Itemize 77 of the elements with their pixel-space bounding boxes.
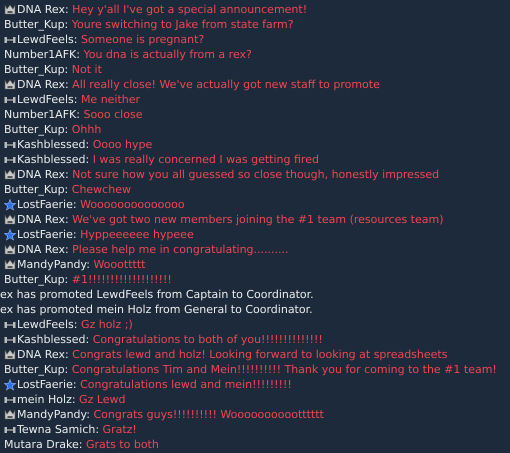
username: Kashblessed: — [17, 138, 90, 151]
username: mein Holz: — [17, 393, 76, 406]
username: LostFaerie: — [17, 198, 77, 211]
dumbbell-icon — [4, 36, 16, 44]
username: Butter_Kup: — [4, 18, 68, 31]
chat-message: Gz Lewd — [79, 393, 126, 406]
star-icon — [4, 228, 16, 240]
chat-message: Congrats guys!!!!!!!!!! Wooooooooootttttt — [93, 408, 324, 421]
username: DNA Rex: — [17, 348, 69, 361]
username: Tewna Samich: — [17, 423, 100, 436]
chat-message: Hey y'all I've got a special announcement! — [72, 3, 308, 16]
crown-icon — [4, 349, 16, 360]
dumbbell-icon — [4, 336, 16, 344]
username: Butter_Kup: — [4, 183, 68, 196]
dumbbell-icon — [4, 320, 16, 328]
username: DNA Rex: — [17, 3, 69, 16]
username: Number1AFK: — [4, 108, 80, 121]
star-icon — [4, 198, 16, 210]
crown-icon — [4, 79, 16, 90]
username: LostFaerie: — [17, 378, 77, 391]
system-message: ex has promoted mein Holz from General to Coordinator. — [0, 303, 313, 316]
username: LewdFeels: — [17, 93, 78, 106]
username: MandyPandy: — [17, 258, 90, 271]
crown-icon — [4, 409, 16, 420]
chat-message: I was really concerned I was getting fired — [92, 153, 319, 166]
username: Kashblessed: — [17, 153, 90, 166]
chat-message: Not sure how you all guessed so close though, honestly impressed — [72, 168, 440, 181]
username: Butter_Kup: — [4, 123, 68, 136]
username: Butter_Kup: — [4, 63, 68, 76]
dumbbell-icon — [4, 96, 16, 104]
chat-message: Congratulations lewd and mein!!!!!!!!! — [80, 378, 292, 391]
chat-message: Grats to both — [86, 438, 159, 451]
crown-icon — [4, 214, 16, 225]
chat-message: We've got two new members joining the #1 team (resources team) — [72, 213, 444, 226]
dumbbell-icon — [4, 426, 16, 434]
crown-icon — [4, 4, 16, 15]
username: LostFaerie: — [17, 228, 77, 241]
chat-message: Congratulations to both of you!!!!!!!!!!!!!! — [92, 333, 323, 346]
system-message: ex has promoted LewdFeels from Captain to Coordinator. — [0, 288, 314, 301]
crown-icon — [4, 169, 16, 180]
username: MandyPandy: — [17, 408, 90, 421]
dumbbell-icon — [4, 140, 16, 148]
username: Kashblessed: — [17, 333, 90, 346]
dumbbell-icon — [4, 156, 16, 164]
chat-message: Chewchew — [72, 183, 131, 196]
username: Butter_Kup: — [4, 273, 68, 286]
username: DNA Rex: — [17, 213, 69, 226]
chat-message: #1!!!!!!!!!!!!!!!!!!! — [72, 273, 172, 286]
dumbbell-icon — [4, 396, 16, 404]
chat-message: Gz holz ;) — [80, 318, 133, 331]
chat-message: Please help me in congratulating.......... — [72, 243, 289, 256]
username: DNA Rex: — [17, 243, 69, 256]
chat-message: Wooottttt — [93, 258, 146, 271]
username: Number1AFK: — [4, 48, 80, 61]
star-icon — [4, 378, 16, 390]
username: LewdFeels: — [17, 33, 78, 46]
chat-message: Sooo close — [83, 108, 142, 121]
chat-message: Ohhh — [72, 123, 102, 136]
username: DNA Rex: — [17, 168, 69, 181]
chat-message: Not it — [72, 63, 102, 76]
chat-message: Oooo hype — [92, 138, 152, 151]
username: Mutara Drake: — [4, 438, 82, 451]
crown-icon — [4, 259, 16, 270]
chat-message: You dna is actually from a rex? — [83, 48, 252, 61]
chat-message: Hyppeeeeee hypeee — [80, 228, 194, 241]
chat-message: Youre switching to Jake from state farm? — [72, 18, 294, 31]
chat-message: Gratz! — [102, 423, 137, 436]
chat-message: Congratulations Tim and Mein!!!!!!!!!! Thank you for coming to the #1 team! — [72, 363, 497, 376]
username: DNA Rex: — [17, 78, 69, 91]
crown-icon — [4, 244, 16, 255]
username: Butter_Kup: — [4, 363, 68, 376]
chat-message: All really close! We've actually got new staff to promote — [72, 78, 380, 91]
chat-message: Congrats lewd and holz! Looking forward to looking at spreadsheets — [72, 348, 448, 361]
username: LewdFeels: — [17, 318, 78, 331]
chat-message: Woooooooooooooo — [80, 198, 185, 211]
chat-message: Someone is pregnant? — [80, 33, 204, 46]
chat-message: Me neither — [80, 93, 140, 106]
